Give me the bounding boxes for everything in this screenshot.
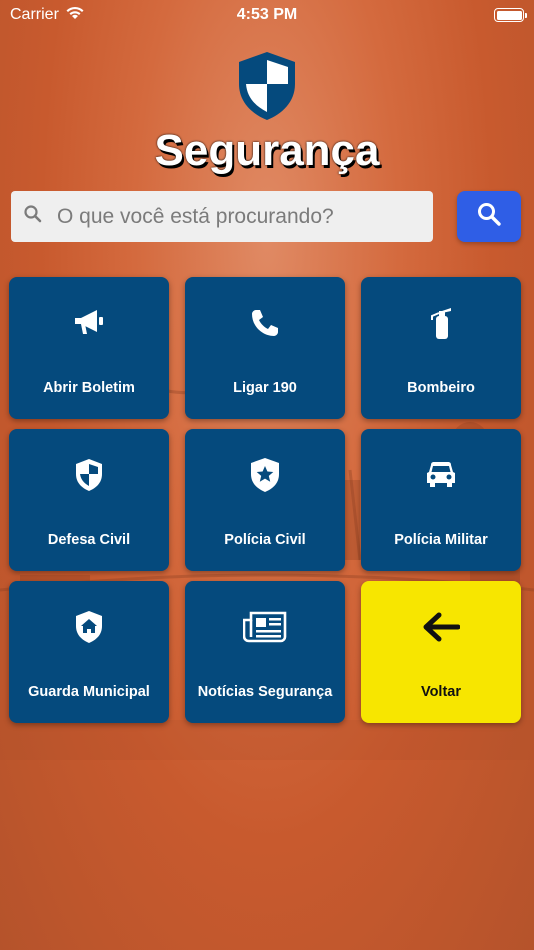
tile-label: Voltar xyxy=(420,684,462,700)
megaphone-icon xyxy=(9,303,169,343)
tile-label: Abrir Boletim xyxy=(43,380,135,396)
newspaper-icon xyxy=(185,607,345,647)
tile-defesa-civil[interactable]: Defesa Civil xyxy=(9,429,169,571)
tile-label: Notícias Segurança xyxy=(197,684,333,700)
search-icon xyxy=(476,201,502,232)
status-bar: Carrier 4:53 PM xyxy=(0,0,534,30)
tile-policia-civil[interactable]: Polícia Civil xyxy=(185,429,345,571)
arrow-left-icon xyxy=(361,607,521,647)
search-button[interactable] xyxy=(457,191,521,242)
shield-logo-icon xyxy=(236,50,298,122)
police-badge-icon xyxy=(185,455,345,495)
tile-label: Ligar 190 xyxy=(233,380,297,396)
battery-icon xyxy=(494,8,527,22)
menu-grid: Abrir Boletim Ligar 190 Bombeiro Defesa … xyxy=(9,277,522,723)
tile-guarda-municipal[interactable]: Guarda Municipal xyxy=(9,581,169,723)
tile-label: Bombeiro xyxy=(407,380,475,396)
car-icon xyxy=(361,455,521,495)
tile-label: Polícia Militar xyxy=(394,532,488,548)
tile-label: Polícia Civil xyxy=(224,532,306,548)
page-title: Segurança xyxy=(154,126,380,175)
tile-policia-militar[interactable]: Polícia Militar xyxy=(361,429,521,571)
tile-noticias-seguranca[interactable]: Notícias Segurança xyxy=(185,581,345,723)
search-input[interactable] xyxy=(57,204,417,229)
phone-icon xyxy=(185,303,345,343)
search-icon xyxy=(23,204,43,229)
tile-label: Guarda Municipal xyxy=(28,684,150,700)
shield-icon xyxy=(9,455,169,495)
tile-bombeiro[interactable]: Bombeiro xyxy=(361,277,521,419)
fire-extinguisher-icon xyxy=(361,303,521,343)
tile-label: Defesa Civil xyxy=(47,532,131,548)
search-bar[interactable] xyxy=(11,191,433,242)
back-button[interactable]: Voltar xyxy=(361,581,521,723)
tile-abrir-boletim[interactable]: Abrir Boletim xyxy=(9,277,169,419)
tile-ligar-190[interactable]: Ligar 190 xyxy=(185,277,345,419)
status-time: 4:53 PM xyxy=(236,6,298,23)
home-shield-icon xyxy=(9,607,169,647)
